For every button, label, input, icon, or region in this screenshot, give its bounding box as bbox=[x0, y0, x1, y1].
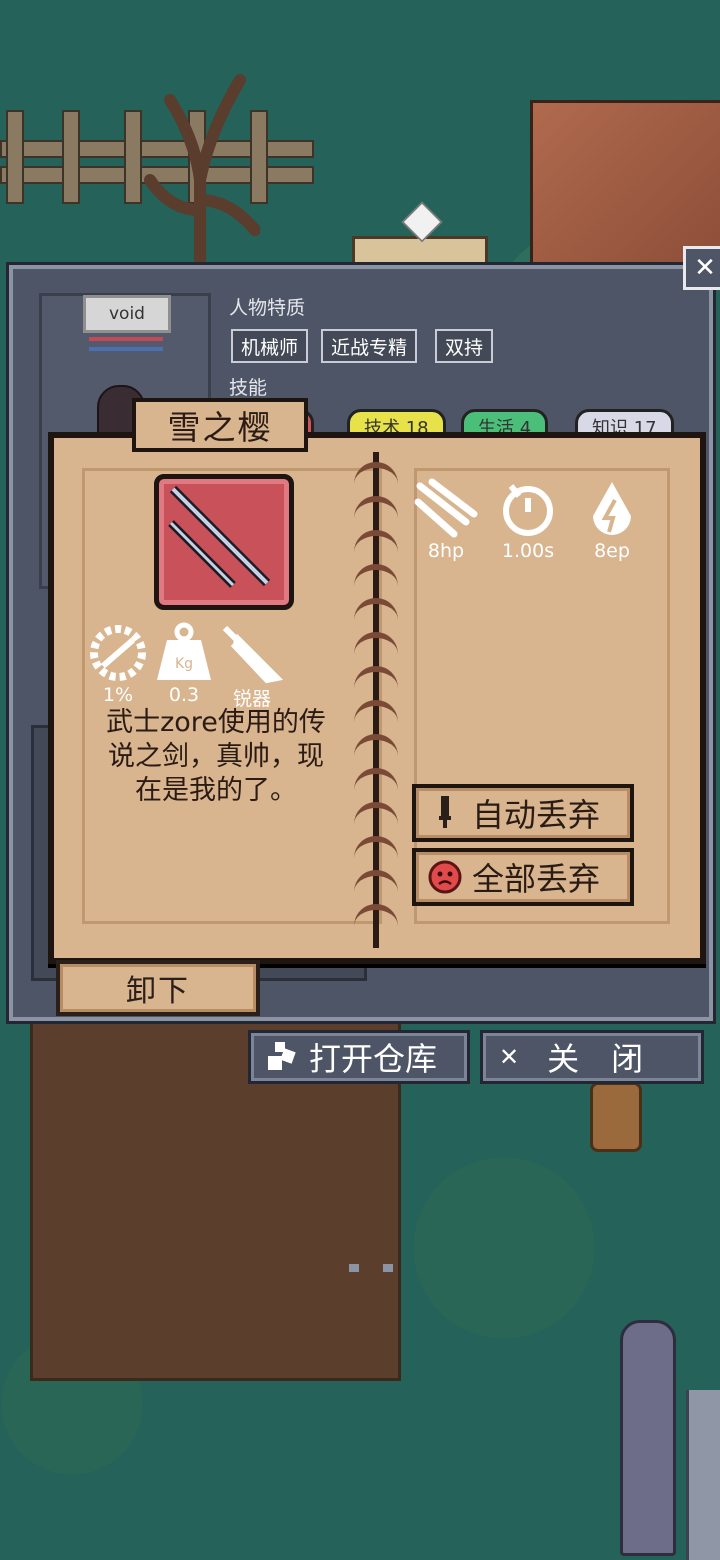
energy-stat: 8ep bbox=[572, 478, 652, 562]
book-spine bbox=[354, 452, 398, 948]
cooldown-value: 1.00s bbox=[501, 540, 555, 562]
close-panel-button[interactable]: ✕ bbox=[683, 246, 720, 290]
stone-pillar bbox=[620, 1320, 676, 1556]
unequip-button[interactable]: 卸下 bbox=[56, 960, 260, 1016]
close-dialog-button[interactable]: ✕ 关 闭 bbox=[480, 1030, 704, 1084]
character-name-tag[interactable]: void bbox=[83, 295, 171, 333]
blade-type-icon bbox=[222, 625, 284, 684]
item-name: 雪之樱 bbox=[132, 398, 308, 452]
item-description: 武士zore使用的传说之剑，真帅，现在是我的了。 bbox=[106, 707, 326, 806]
weight-icon: Kg bbox=[157, 622, 211, 680]
discard-all-label: 全部丢弃 bbox=[472, 860, 601, 898]
discard-all-button[interactable]: 全部丢弃 bbox=[412, 848, 634, 906]
health-bar bbox=[89, 337, 163, 341]
trait-tag[interactable]: 双持 bbox=[435, 329, 494, 363]
weight-unit-mark: Kg bbox=[175, 656, 193, 672]
trait-tag[interactable]: 机械师 bbox=[231, 329, 309, 363]
bare-tree bbox=[144, 74, 260, 280]
traits-label: 人物特质 bbox=[229, 297, 306, 319]
trait-tag[interactable]: 近战专精 bbox=[321, 329, 418, 363]
damage-value: 8hp bbox=[427, 540, 465, 562]
open-storage-label: 打开仓库 bbox=[309, 1040, 438, 1078]
red-face-icon bbox=[428, 860, 462, 894]
close-label: 关 闭 bbox=[547, 1040, 644, 1078]
energy-bar bbox=[89, 347, 163, 351]
close-icon: ✕ bbox=[499, 1043, 520, 1071]
sword-icon bbox=[428, 796, 462, 830]
damage-stat: 8hp bbox=[406, 478, 486, 562]
auto-discard-button[interactable]: 自动丢弃 bbox=[412, 784, 634, 842]
stone-wall bbox=[686, 1390, 720, 1560]
barrel[interactable] bbox=[590, 1082, 642, 1152]
blade-type-stat: 锐器 bbox=[212, 622, 292, 711]
skills-label: 技能 bbox=[229, 377, 268, 399]
auto-discard-label: 自动丢弃 bbox=[472, 796, 601, 834]
cooldown-stat: 1.00s bbox=[488, 478, 568, 562]
crit-value: 1% bbox=[102, 684, 134, 706]
page-indicator bbox=[349, 1257, 417, 1276]
cooldown-timer-icon bbox=[503, 484, 553, 536]
energy-drop-icon bbox=[593, 482, 631, 535]
twin-katana-icon bbox=[154, 474, 294, 610]
weight-value: 0.3 bbox=[168, 684, 200, 706]
storage-boxes-icon bbox=[265, 1040, 299, 1074]
open-storage-button[interactable]: 打开仓库 bbox=[248, 1030, 470, 1084]
crit-gear-icon bbox=[90, 625, 146, 681]
energy-value: 8ep bbox=[594, 540, 630, 562]
slash-damage-icon bbox=[414, 478, 478, 538]
